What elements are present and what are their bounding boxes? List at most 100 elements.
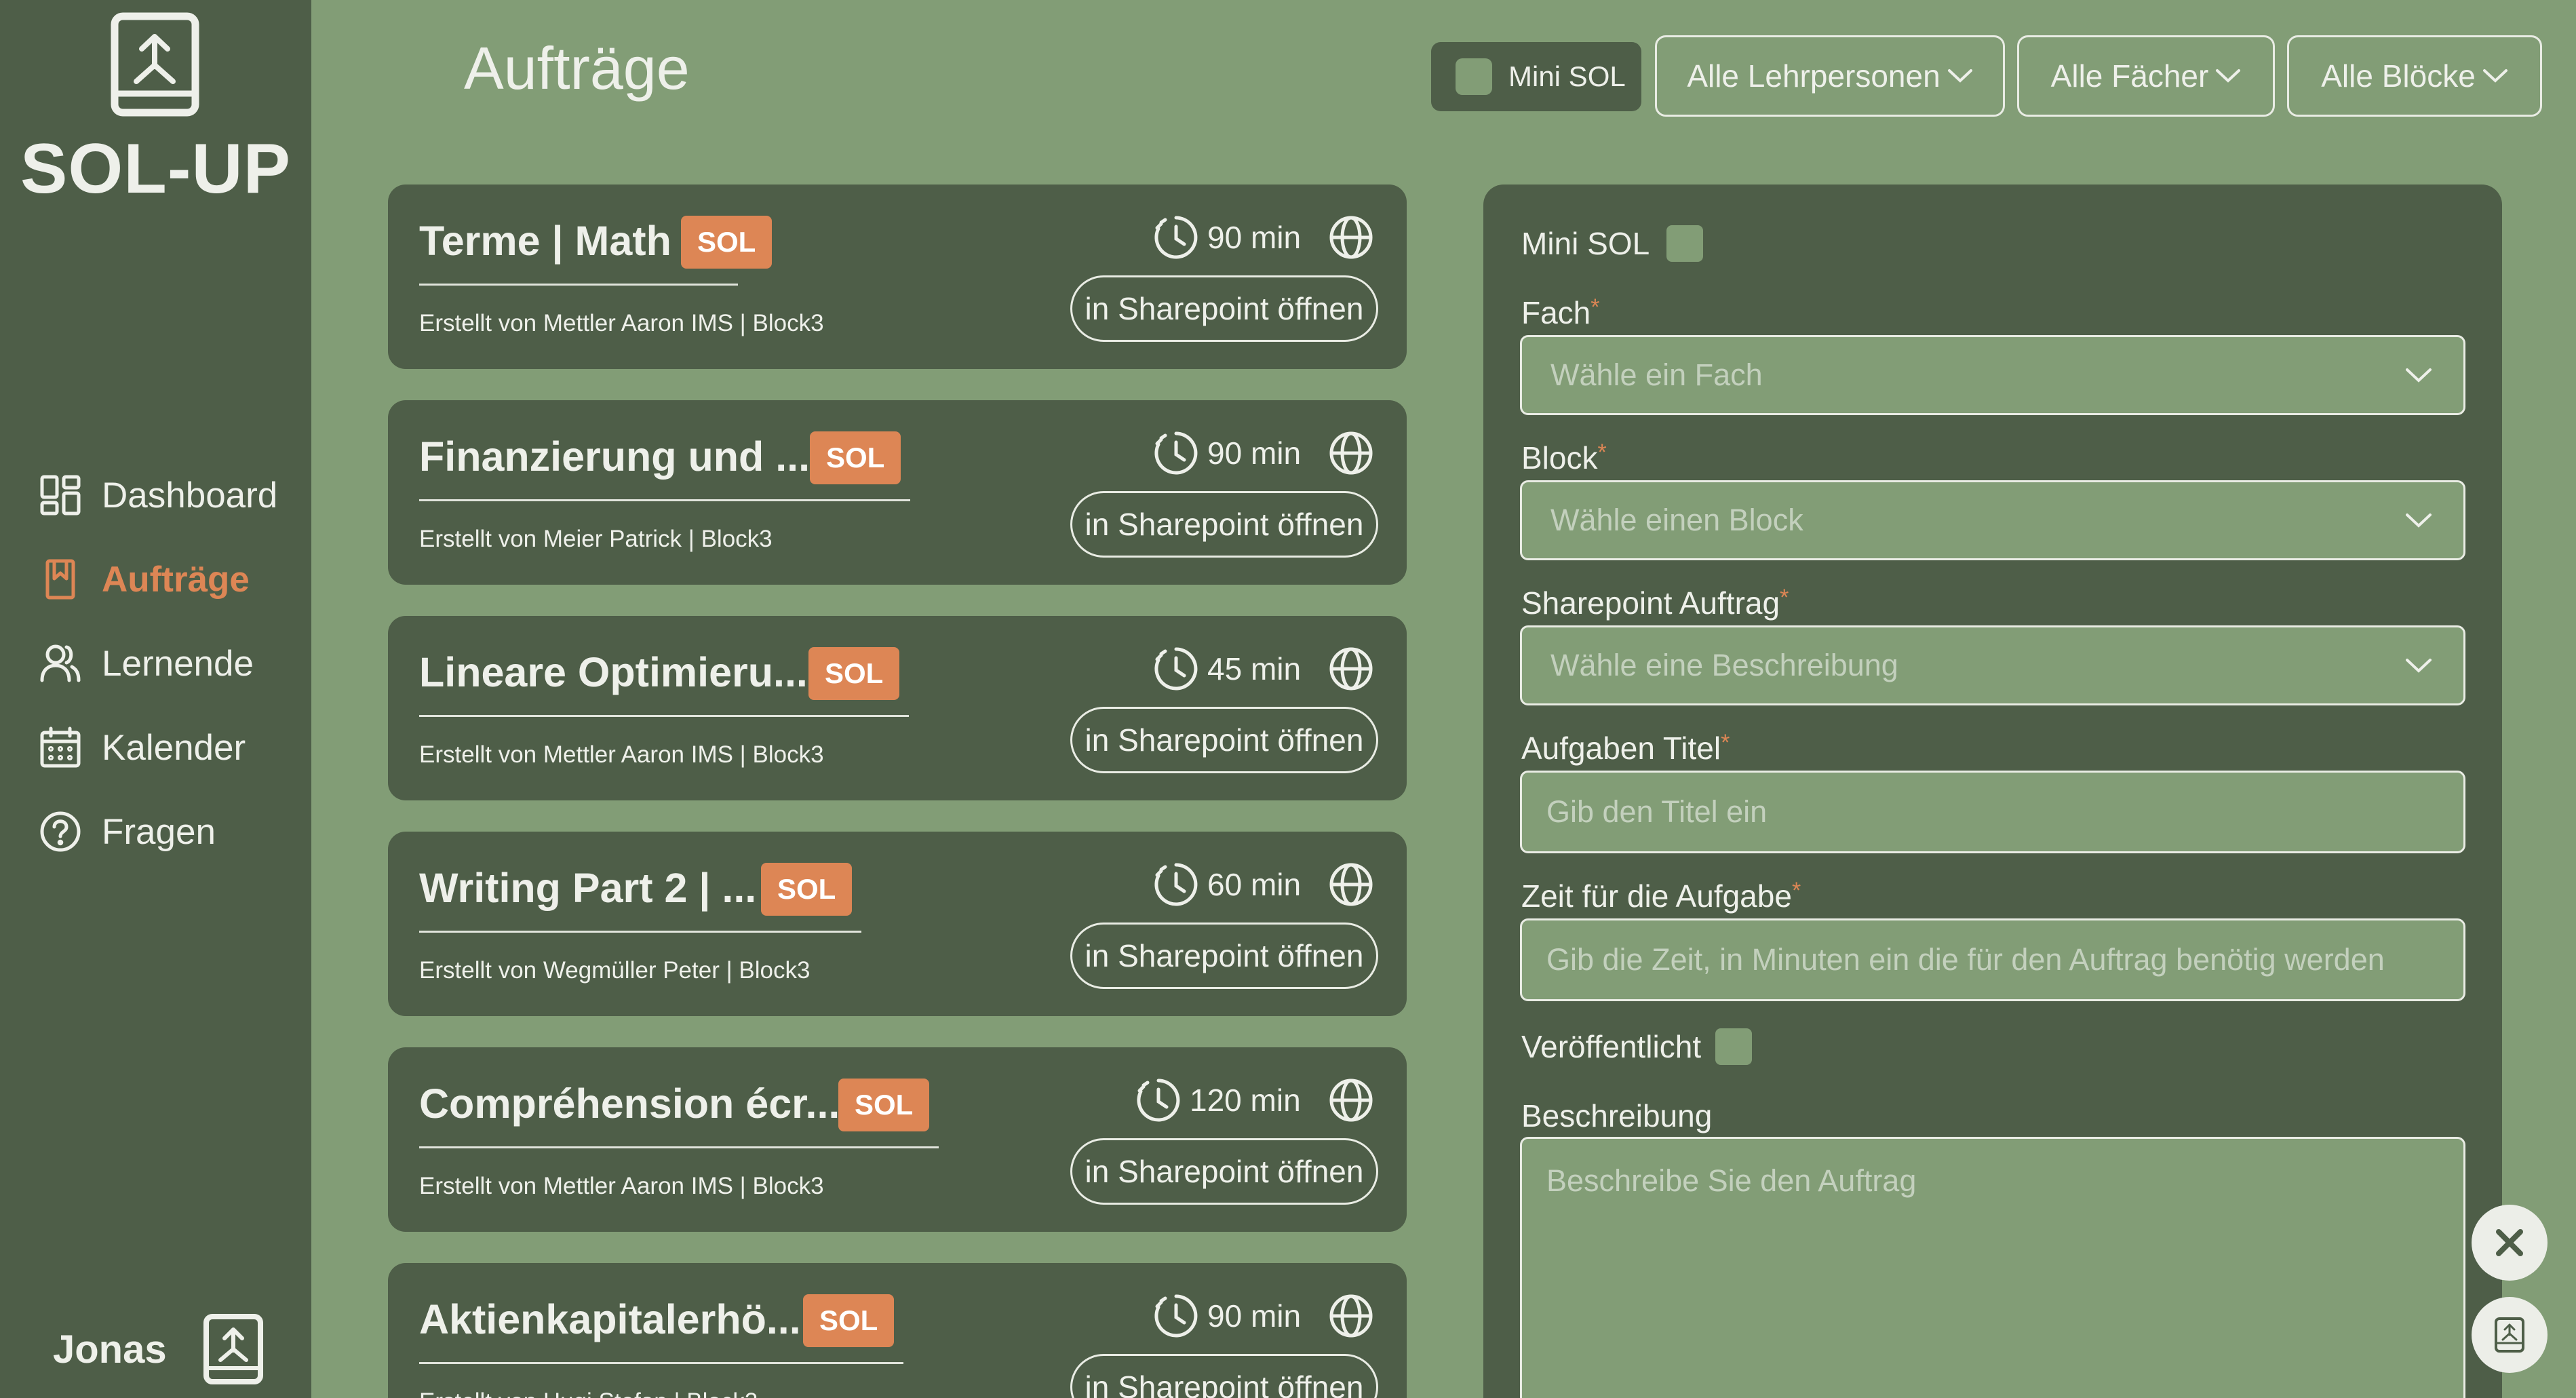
open-sharepoint-button[interactable]: in Sharepoint öffnen (1070, 1138, 1378, 1205)
users-icon (40, 644, 81, 682)
user-avatar-icon (203, 1314, 263, 1384)
mini-sol-filter-label: Mini SOL (1508, 60, 1626, 92)
mini-sol-filter-checkbox[interactable] (1456, 58, 1492, 95)
sidebar-item-label: Kalender (102, 727, 246, 768)
sidebar-item-label: Dashboard (102, 475, 278, 516)
sidebar-item-auftraege[interactable]: Aufträge (39, 552, 250, 606)
task-duration: 90 min (1153, 430, 1301, 476)
block-placeholder: Wähle einen Block (1550, 503, 1803, 537)
chevron-down-icon (2216, 69, 2241, 83)
help-circle-icon (40, 811, 81, 852)
task-title: Aktienkapitalerhö... (419, 1296, 801, 1342)
app-menu-button[interactable] (2472, 1297, 2548, 1373)
sidebar-item-fragen[interactable]: Fragen (39, 804, 216, 859)
duration-label: 120 min (1190, 1083, 1301, 1118)
globe-icon[interactable] (1328, 861, 1374, 908)
published-label: Veröffentlicht (1521, 1029, 1702, 1064)
sidebar-item-label: Aufträge (102, 559, 250, 600)
globe-icon[interactable] (1328, 214, 1374, 260)
sol-badge: SOL (803, 1294, 895, 1347)
title-divider (419, 1362, 903, 1364)
chevron-down-icon (2406, 368, 2432, 383)
title-divider (419, 284, 738, 286)
task-duration: 60 min (1153, 861, 1301, 908)
sharepoint-select[interactable]: Wähle eine Beschreibung (1520, 625, 2465, 705)
globe-icon[interactable] (1328, 1293, 1374, 1339)
sol-badge: SOL (681, 216, 773, 269)
task-meta: Erstellt von Mettler Aaron IMS | Block3 (419, 1173, 824, 1199)
sidebar-item-lernende[interactable]: Lernende (39, 636, 254, 691)
block-filter-label: Alle Blöcke (2321, 58, 2476, 94)
task-meta: Erstellt von Mettler Aaron IMS | Block3 (419, 741, 824, 768)
duration-label: 90 min (1207, 435, 1302, 471)
zeit-label: Zeit für die Aufgabe* (1521, 878, 1801, 914)
close-button[interactable] (2472, 1205, 2548, 1281)
globe-icon[interactable] (1328, 430, 1374, 476)
sol-badge: SOL (838, 1079, 930, 1131)
page-title: Aufträge (464, 35, 690, 102)
app-logo-icon (111, 12, 199, 117)
title-divider (419, 715, 909, 717)
task-meta: Erstellt von Mettler Aaron IMS | Block3 (419, 310, 824, 336)
task-card[interactable]: Lineare Optimieru... SOL Erstellt von Me… (388, 616, 1407, 800)
fach-select[interactable]: Wähle ein Fach (1520, 335, 2465, 415)
titel-label: Aufgaben Titel* (1521, 730, 1730, 766)
duration-label: 90 min (1207, 220, 1302, 255)
mini-sol-checkbox[interactable] (1666, 225, 1703, 262)
zeit-input[interactable]: Gib die Zeit, in Minuten ein die für den… (1520, 918, 2465, 1001)
globe-icon[interactable] (1328, 1077, 1374, 1123)
duration-label: 90 min (1207, 1298, 1302, 1334)
sidebar-item-kalender[interactable]: Kalender (39, 720, 246, 775)
task-duration: 45 min (1153, 646, 1301, 692)
block-filter-dropdown[interactable]: Alle Blöcke (2287, 35, 2542, 117)
titel-placeholder: Gib den Titel ein (1546, 794, 1768, 829)
task-title: Finanzierung und ... (419, 433, 811, 480)
chevron-down-icon (2482, 69, 2507, 83)
task-card[interactable]: Finanzierung und ... SOL Erstellt von Me… (388, 400, 1407, 585)
open-sharepoint-button[interactable]: in Sharepoint öffnen (1070, 1354, 1378, 1398)
beschreibung-label: Beschreibung (1521, 1098, 1713, 1133)
sol-badge: SOL (761, 863, 853, 916)
teacher-filter-label: Alle Lehrpersonen (1687, 58, 1940, 94)
task-duration: 90 min (1153, 1293, 1301, 1339)
task-card[interactable]: Terme | Math SOL Erstellt von Mettler Aa… (388, 185, 1407, 369)
sidebar-item-label: Lernende (102, 643, 254, 684)
bookmark-icon (45, 559, 75, 600)
published-checkbox[interactable] (1715, 1028, 1752, 1065)
sidebar: SOL-UP Dashboard Aufträge Lernende Kalen… (0, 0, 311, 1398)
subject-filter-label: Alle Fächer (2050, 58, 2209, 94)
open-sharepoint-button[interactable]: in Sharepoint öffnen (1070, 707, 1378, 773)
open-sharepoint-button[interactable]: in Sharepoint öffnen (1070, 923, 1378, 989)
open-sharepoint-button[interactable]: in Sharepoint öffnen (1070, 491, 1378, 558)
clock-icon (1154, 216, 1198, 259)
user-profile[interactable]: Jonas (53, 1313, 265, 1386)
app-name: SOL-UP (20, 130, 291, 208)
titel-input[interactable]: Gib den Titel ein (1520, 771, 2465, 853)
clock-icon (1154, 647, 1198, 691)
subject-filter-dropdown[interactable]: Alle Fächer (2017, 35, 2275, 117)
sidebar-item-dashboard[interactable]: Dashboard (39, 468, 277, 522)
open-sharepoint-button[interactable]: in Sharepoint öffnen (1070, 275, 1378, 342)
beschreibung-placeholder: Beschreibe Sie den Auftrag (1546, 1163, 1917, 1198)
clock-icon (1137, 1079, 1180, 1122)
mini-sol-filter-toggle[interactable]: Mini SOL (1431, 42, 1641, 111)
globe-icon[interactable] (1328, 646, 1374, 692)
title-divider (419, 499, 910, 501)
task-card[interactable]: Aktienkapitalerhö... SOL Erstellt von Hu… (388, 1263, 1407, 1398)
task-title: Lineare Optimieru... (419, 649, 808, 695)
task-card[interactable]: Writing Part 2 | ... SOL Erstellt von We… (388, 832, 1407, 1016)
teacher-filter-dropdown[interactable]: Alle Lehrpersonen (1655, 35, 2005, 117)
chevron-down-icon (2406, 513, 2432, 528)
fach-placeholder: Wähle ein Fach (1550, 357, 1763, 392)
block-label: Block* (1521, 440, 1607, 475)
beschreibung-textarea[interactable]: Beschreibe Sie den Auftrag (1520, 1137, 2465, 1398)
task-meta: Erstellt von Meier Patrick | Block3 (419, 526, 773, 552)
sol-badge: SOL (808, 647, 900, 700)
clock-icon (1154, 863, 1198, 906)
task-card[interactable]: Compréhension écr... SOL Erstellt von Me… (388, 1047, 1407, 1232)
duration-label: 45 min (1207, 651, 1302, 686)
chevron-down-icon (2406, 659, 2432, 673)
block-select[interactable]: Wähle einen Block (1520, 480, 2465, 560)
sharepoint-placeholder: Wähle eine Beschreibung (1550, 648, 1898, 682)
app-logo-icon (2495, 1317, 2524, 1353)
